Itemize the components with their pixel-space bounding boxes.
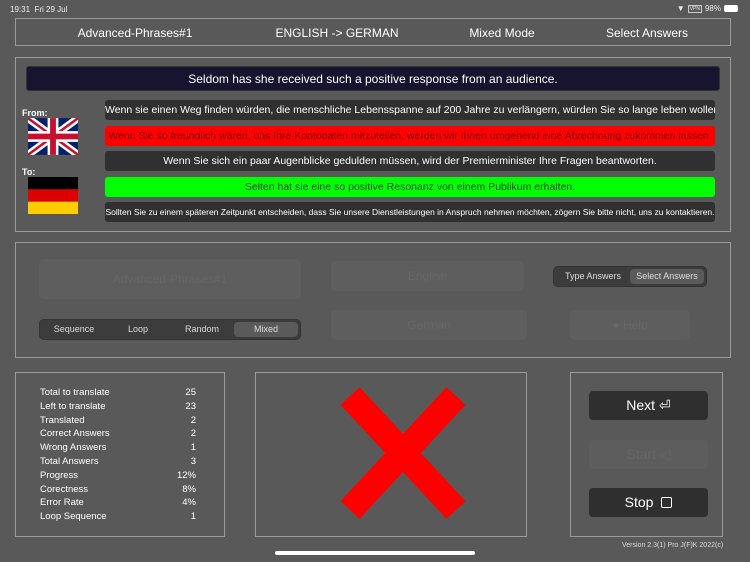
stat-value: 25	[185, 387, 196, 398]
status-icons: ▼ VPN 98%	[677, 4, 738, 13]
tab-sequence[interactable]: Sequence	[42, 322, 106, 337]
stat-value: 1	[190, 442, 196, 454]
answer-option[interactable]: Sollten Sie zu einem späteren Zeitpunkt …	[105, 202, 715, 222]
deck-picker-button[interactable]: Advanced-Phrases#1	[39, 259, 301, 299]
stat-row: Correct Answers 2	[40, 428, 196, 439]
stat-value: 1	[190, 511, 196, 523]
wifi-icon: ▼	[676, 4, 685, 13]
stat-row: Translated 2	[40, 415, 196, 426]
stat-row: Loop Sequence 1	[40, 511, 196, 522]
stat-value: 2	[190, 414, 196, 426]
stat-label: Progress	[40, 469, 79, 481]
next-button[interactable]: Next ⏎	[589, 391, 708, 420]
tab-select-answers[interactable]: Select Answers	[630, 269, 704, 284]
return-icon: ⏎	[658, 397, 671, 413]
language-direction: ENGLISH -> GERMAN	[275, 26, 399, 40]
prompt-phrase: Seldom has she received such a positive …	[26, 66, 720, 91]
wrong-cross-icon	[340, 387, 466, 519]
help-label: Help	[622, 318, 648, 332]
battery-percent: 98%	[704, 4, 721, 13]
stat-label: Total to translate	[40, 387, 110, 398]
source-language-button[interactable]: English	[331, 261, 524, 291]
uk-flag-icon	[28, 118, 78, 155]
stat-value: 12%	[176, 469, 196, 481]
to-label: To:	[22, 167, 36, 177]
stat-label: Translated	[40, 414, 85, 426]
stat-label: Loop Sequence	[40, 511, 107, 523]
next-label: Next	[626, 397, 656, 413]
stat-row: Error Rate 4%	[40, 497, 196, 508]
german-flag-icon	[28, 177, 78, 214]
help-button[interactable]: ● Help	[570, 310, 690, 340]
mode-label: Mixed Mode	[469, 26, 535, 40]
answer-option-correct[interactable]: Selten hat sie eine so positive Resonanz…	[105, 177, 715, 197]
answer-option[interactable]: Wenn Sie sich ein paar Augenblicke gedul…	[105, 151, 715, 171]
stat-value: 3	[190, 456, 196, 467]
stat-row: Total Answers 3	[40, 456, 196, 467]
stat-value: 2	[190, 428, 196, 440]
session-header: Advanced-Phrases#1 ENGLISH -> GERMAN Mix…	[15, 18, 731, 46]
date: Fri 29 Jul	[34, 5, 68, 14]
tab-random[interactable]: Random	[170, 322, 234, 337]
start-button[interactable]: Start ◁	[589, 440, 708, 469]
stat-label: Left to translate	[40, 400, 106, 412]
answer-option[interactable]: Wenn sie einen Weg finden würden, die me…	[105, 100, 715, 120]
status-time: 19:31 Fri 29 Jul	[10, 5, 67, 14]
stop-icon	[661, 497, 673, 508]
stat-label: Total Answers	[40, 456, 99, 467]
order-mode-segmented: Sequence Loop Random Mixed	[39, 319, 301, 340]
help-icon: ●	[612, 318, 623, 332]
version-text: Version 2.3(1) Pro J(F)K 2022(c)	[622, 542, 724, 549]
stat-value: 4%	[182, 497, 196, 509]
answer-type-label: Select Answers	[605, 26, 689, 40]
stat-label: Wrong Answers	[40, 442, 107, 454]
tab-type-answers[interactable]: Type Answers	[556, 269, 630, 284]
answer-option-wrong[interactable]: Wenn Sie so freundlich wären, uns Ihre K…	[105, 126, 715, 146]
deck-name: Advanced-Phrases#1	[77, 26, 193, 40]
target-language-button[interactable]: German	[331, 310, 527, 340]
tab-mixed[interactable]: Mixed	[234, 322, 298, 337]
stat-row: Total to translate 25	[40, 387, 196, 398]
time: 19:31	[10, 5, 31, 14]
from-label: From:	[22, 108, 48, 118]
stop-label: Stop	[624, 494, 654, 510]
stat-row: Left to translate 23	[40, 401, 196, 412]
stat-row: Progress 12%	[40, 470, 196, 481]
stat-label: Corectness	[40, 483, 89, 495]
stop-button[interactable]: Stop	[589, 488, 708, 517]
stat-label: Error Rate	[40, 497, 84, 509]
start-label: Start	[626, 446, 656, 462]
stat-value: 23	[185, 400, 196, 412]
stat-row: Wrong Answers 1	[40, 442, 196, 453]
vpn-badge: VPN	[687, 4, 702, 13]
stat-value: 8%	[182, 483, 196, 495]
play-icon: ◁	[659, 446, 671, 462]
home-indicator[interactable]	[275, 551, 475, 555]
tab-loop[interactable]: Loop	[106, 322, 170, 337]
stat-row: Corectness 8%	[40, 484, 196, 495]
answer-mode-segmented: Type Answers Select Answers	[553, 266, 707, 287]
stat-label: Correct Answers	[40, 428, 110, 440]
battery-icon	[724, 5, 738, 12]
